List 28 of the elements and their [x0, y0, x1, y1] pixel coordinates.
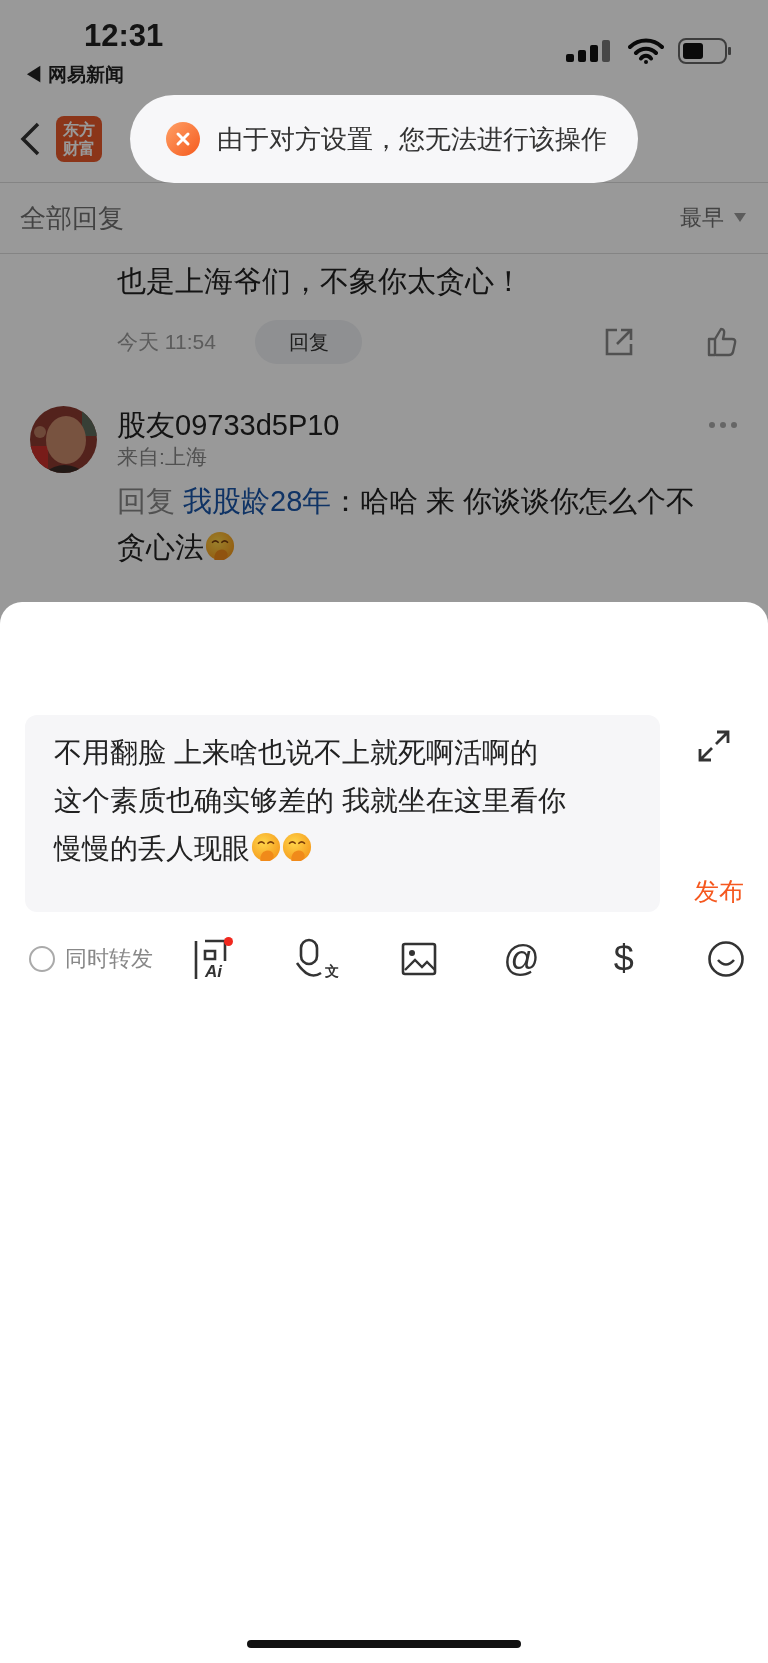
toast-message: 由于对方设置，您无法进行该操作	[217, 122, 607, 156]
voice-input-button[interactable]: 文	[293, 937, 338, 981]
back-icon[interactable]	[18, 120, 42, 157]
thumbs-up-icon[interactable]	[706, 326, 738, 358]
reply-button[interactable]: 回复	[255, 320, 362, 364]
app-logo: 东方 财富	[56, 115, 102, 162]
share-icon[interactable]	[604, 327, 634, 357]
battery-icon	[678, 38, 732, 64]
mention-button[interactable]: @	[501, 937, 542, 981]
error-icon	[165, 121, 201, 157]
repost-checkbox[interactable]: 同时转发	[29, 944, 153, 974]
caret-icon	[734, 213, 746, 223]
reward-button[interactable]: $	[603, 937, 644, 981]
comment-input-field[interactable]: 不用翻脸 上来啥也说不上就死啊活啊的 这个素质也确实够差的 我就坐在这里看你 慢慢的丢人现眼	[25, 715, 660, 912]
publish-button[interactable]: 发布	[694, 875, 744, 908]
comment-time: 今天 11:54	[117, 329, 217, 355]
user-link[interactable]: 我股龄28年	[183, 485, 332, 517]
ai-ask-button[interactable]: Ai	[191, 937, 231, 981]
comment-text: 回复 我股龄28年：哈哈 来 你谈谈你怎么个不贪心法	[117, 484, 697, 565]
username[interactable]: 股友09733d5P10	[117, 408, 340, 442]
status-time: 12:31	[83, 17, 164, 55]
expand-icon[interactable]	[697, 729, 731, 763]
back-to-app-link[interactable]: ◀ 网易新闻	[24, 62, 164, 88]
section-title: 全部回复	[20, 201, 124, 235]
sort-dropdown[interactable]: 最早	[680, 203, 746, 233]
wifi-icon	[628, 38, 664, 64]
location-text: 来自:上海	[117, 444, 208, 470]
comment-text: 也是上海爷们，不象你太贪心！	[117, 264, 524, 299]
